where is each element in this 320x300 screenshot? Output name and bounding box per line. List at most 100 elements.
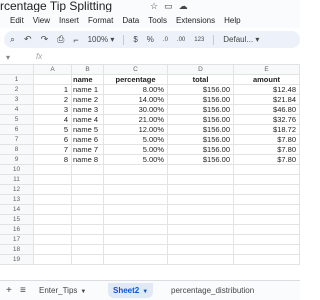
cell[interactable]: [234, 195, 300, 205]
row-header[interactable]: 7: [0, 135, 34, 145]
header-cell-total[interactable]: total: [168, 75, 234, 85]
select-all-corner[interactable]: [0, 65, 34, 75]
cell[interactable]: [168, 225, 234, 235]
cell-name[interactable]: name 4: [72, 115, 104, 125]
star-icon[interactable]: ☆: [150, 1, 158, 12]
cell-total[interactable]: $156.00: [168, 145, 234, 155]
cell[interactable]: [234, 175, 300, 185]
cell-total[interactable]: $156.00: [168, 155, 234, 165]
increase-decimal-button[interactable]: .00: [177, 37, 185, 43]
cell[interactable]: [34, 195, 72, 205]
row-header[interactable]: 9: [0, 155, 34, 165]
cell-index[interactable]: 7: [34, 145, 72, 155]
row-header[interactable]: 15: [0, 215, 34, 225]
cell[interactable]: [104, 255, 168, 265]
add-sheet-icon[interactable]: +: [6, 285, 12, 296]
cell-amount[interactable]: $21.84: [234, 95, 300, 105]
cell-amount[interactable]: $7.80: [234, 145, 300, 155]
cell[interactable]: [104, 165, 168, 175]
cell[interactable]: [104, 245, 168, 255]
search-icon[interactable]: ⌕: [10, 34, 15, 45]
cell[interactable]: [234, 235, 300, 245]
cell-percentage[interactable]: 5.00%: [104, 135, 168, 145]
cell[interactable]: [72, 215, 104, 225]
cell[interactable]: [234, 205, 300, 215]
cell-percentage[interactable]: 5.00%: [104, 145, 168, 155]
header-cell-name[interactable]: name: [72, 75, 104, 85]
cell-percentage[interactable]: 30.00%: [104, 105, 168, 115]
row-header[interactable]: 6: [0, 125, 34, 135]
cell-amount[interactable]: $7.80: [234, 155, 300, 165]
cell[interactable]: [34, 225, 72, 235]
tab-enter-tips[interactable]: Enter_Tips ▼: [34, 283, 91, 298]
document-title[interactable]: rcentage Tip Splitting: [0, 0, 112, 12]
cell[interactable]: [34, 235, 72, 245]
cell-total[interactable]: $156.00: [168, 115, 234, 125]
cell-name[interactable]: name 5: [72, 125, 104, 135]
cell-amount[interactable]: $12.48: [234, 85, 300, 95]
cell-amount[interactable]: $7.80: [234, 135, 300, 145]
cell-amount[interactable]: $32.76: [234, 115, 300, 125]
cell-index[interactable]: 8: [34, 155, 72, 165]
cell-percentage[interactable]: 21.00%: [104, 115, 168, 125]
cell[interactable]: [72, 205, 104, 215]
cell-total[interactable]: $156.00: [168, 135, 234, 145]
row-header[interactable]: 8: [0, 145, 34, 155]
cell-amount[interactable]: $18.72: [234, 125, 300, 135]
column-header[interactable]: E: [234, 65, 300, 75]
cell[interactable]: [234, 245, 300, 255]
cell-name[interactable]: name 6: [72, 135, 104, 145]
number-format-button[interactable]: 123: [194, 37, 204, 43]
redo-icon[interactable]: ↷: [41, 34, 49, 45]
move-to-folder-icon[interactable]: ▭: [164, 1, 173, 12]
zoom-select[interactable]: 100% ▾: [88, 35, 115, 44]
cell[interactable]: [72, 165, 104, 175]
cell[interactable]: [168, 175, 234, 185]
cell[interactable]: [72, 235, 104, 245]
cell[interactable]: [34, 215, 72, 225]
cell[interactable]: [104, 185, 168, 195]
cell-name[interactable]: name 1: [72, 85, 104, 95]
cell[interactable]: [168, 165, 234, 175]
cell[interactable]: [72, 245, 104, 255]
menu-insert[interactable]: Insert: [59, 16, 79, 25]
cloud-status-icon[interactable]: ☁: [179, 1, 188, 12]
cell[interactable]: [72, 195, 104, 205]
cell[interactable]: [104, 215, 168, 225]
cell[interactable]: [34, 255, 72, 265]
cell-index[interactable]: 3: [34, 105, 72, 115]
cell[interactable]: [168, 245, 234, 255]
cell[interactable]: [234, 215, 300, 225]
cell[interactable]: [72, 185, 104, 195]
column-header[interactable]: B: [72, 65, 104, 75]
menu-help[interactable]: Help: [224, 16, 240, 25]
cell-percentage[interactable]: 8.00%: [104, 85, 168, 95]
cell[interactable]: [168, 185, 234, 195]
menu-edit[interactable]: Edit: [10, 16, 24, 25]
print-icon[interactable]: ⎙: [57, 34, 64, 45]
cell[interactable]: [234, 225, 300, 235]
column-header[interactable]: D: [168, 65, 234, 75]
row-header[interactable]: 2: [0, 85, 34, 95]
cell[interactable]: [72, 225, 104, 235]
percent-format-button[interactable]: %: [147, 35, 154, 44]
name-box[interactable]: ▾: [6, 53, 28, 62]
cell[interactable]: [234, 255, 300, 265]
cell[interactable]: [104, 235, 168, 245]
cell[interactable]: [34, 205, 72, 215]
cell-index[interactable]: 6: [34, 135, 72, 145]
cell-total[interactable]: $156.00: [168, 125, 234, 135]
header-cell-amount[interactable]: amount: [234, 75, 300, 85]
row-header[interactable]: 10: [0, 165, 34, 175]
cell[interactable]: [168, 235, 234, 245]
header-cell-percentage[interactable]: percentage: [104, 75, 168, 85]
cell[interactable]: [72, 255, 104, 265]
cell[interactable]: [168, 195, 234, 205]
menu-format[interactable]: Format: [88, 16, 113, 25]
cell-percentage[interactable]: 12.00%: [104, 125, 168, 135]
cell[interactable]: [34, 175, 72, 185]
cell[interactable]: [234, 185, 300, 195]
cell[interactable]: [104, 225, 168, 235]
cell[interactable]: [104, 175, 168, 185]
cell-total[interactable]: $156.00: [168, 95, 234, 105]
